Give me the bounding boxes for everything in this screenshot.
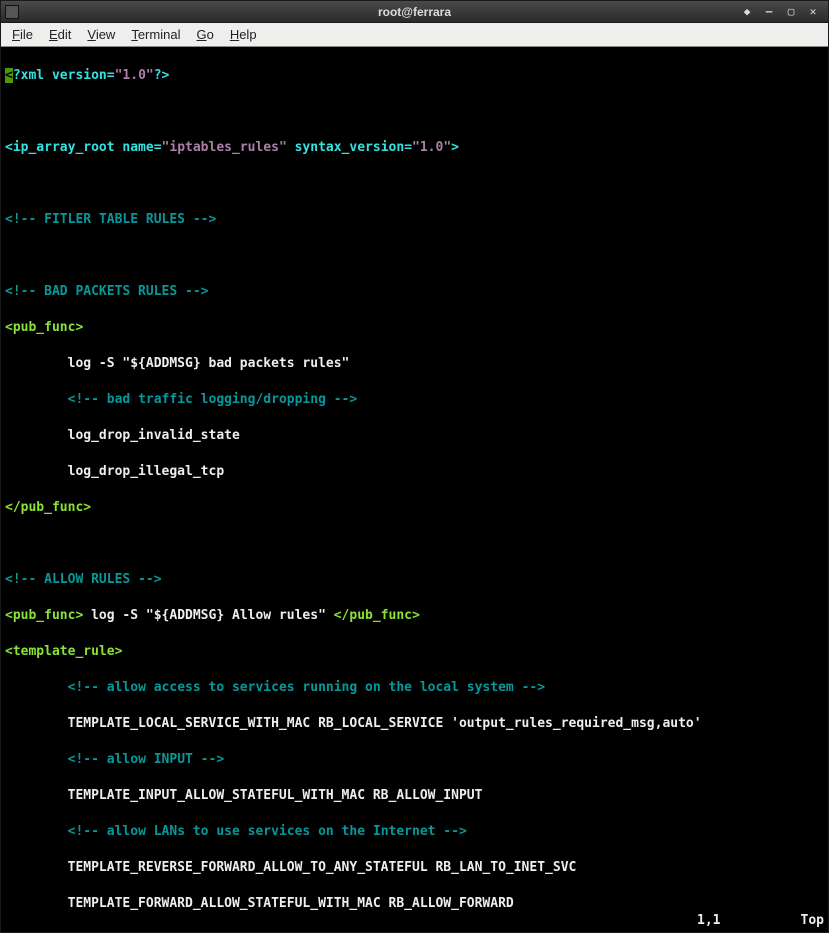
comment-bad: <!-- BAD PACKETS RULES --> — [5, 284, 209, 299]
cursor: < — [5, 68, 13, 83]
titlebar[interactable]: root@ferrara ◆ — ▢ ✕ — [1, 1, 828, 23]
cursor-position: 1,1 — [697, 912, 720, 930]
root-open: <ip_array_root — [5, 140, 122, 155]
app-icon — [5, 5, 19, 19]
menu-terminal[interactable]: Terminal — [124, 25, 187, 44]
comment-local: <!-- allow access to services running on… — [68, 680, 545, 695]
terminal-viewport[interactable]: <?xml version="1.0"?> <ip_array_root nam… — [1, 47, 828, 932]
menu-go[interactable]: Go — [189, 25, 220, 44]
xml-version: "1.0" — [115, 68, 154, 83]
maximize-button[interactable]: ▢ — [780, 3, 802, 21]
tpl-local: TEMPLATE_LOCAL_SERVICE_WITH_MAC RB_LOCAL… — [5, 716, 702, 731]
log-bad: log -S "${ADDMSG} bad packets rules" — [5, 356, 349, 371]
titlebar-controls: ◆ — ▢ ✕ — [736, 3, 824, 21]
menu-view[interactable]: View — [80, 25, 122, 44]
terminal-window: root@ferrara ◆ — ▢ ✕ File Edit View Term… — [0, 0, 829, 933]
titlebar-left — [5, 5, 19, 19]
tpl-rev: TEMPLATE_REVERSE_FORWARD_ALLOW_TO_ANY_ST… — [5, 860, 576, 875]
menu-edit[interactable]: Edit — [42, 25, 78, 44]
menubar: File Edit View Terminal Go Help — [1, 23, 828, 47]
minimize-button[interactable]: — — [758, 3, 780, 21]
close-button[interactable]: ✕ — [802, 3, 824, 21]
comment-lans: <!-- allow LANs to use services on the I… — [68, 824, 467, 839]
sticky-button[interactable]: ◆ — [736, 3, 758, 21]
comment-bad-traffic: <!-- bad traffic logging/dropping --> — [68, 392, 358, 407]
menu-help[interactable]: Help — [223, 25, 264, 44]
comment-allow: <!-- ALLOW RULES --> — [5, 572, 162, 587]
xml-attr: version — [52, 68, 107, 83]
log-drop-invalid: log_drop_invalid_state — [5, 428, 240, 443]
window-title: root@ferrara — [378, 5, 451, 19]
tpl-fwd: TEMPLATE_FORWARD_ALLOW_STATEFUL_WITH_MAC… — [5, 896, 514, 911]
pub-func-open: <pub_func> — [5, 320, 83, 335]
log-allow: log -S "${ADDMSG} Allow rules" — [83, 608, 333, 623]
scroll-position: Top — [801, 912, 824, 930]
comment-filter: <!-- FITLER TABLE RULES --> — [5, 212, 216, 227]
tpl-input: TEMPLATE_INPUT_ALLOW_STATEFUL_WITH_MAC R… — [5, 788, 482, 803]
log-drop-illegal: log_drop_illegal_tcp — [5, 464, 224, 479]
comment-input: <!-- allow INPUT --> — [68, 752, 225, 767]
pub-func-close: </pub_func> — [5, 500, 91, 515]
xml-decl-lead: ?xml — [13, 68, 52, 83]
menu-file[interactable]: File — [5, 25, 40, 44]
template-rule-open: <template_rule> — [5, 644, 122, 659]
vim-status-line: 1,1 Top — [5, 912, 824, 930]
